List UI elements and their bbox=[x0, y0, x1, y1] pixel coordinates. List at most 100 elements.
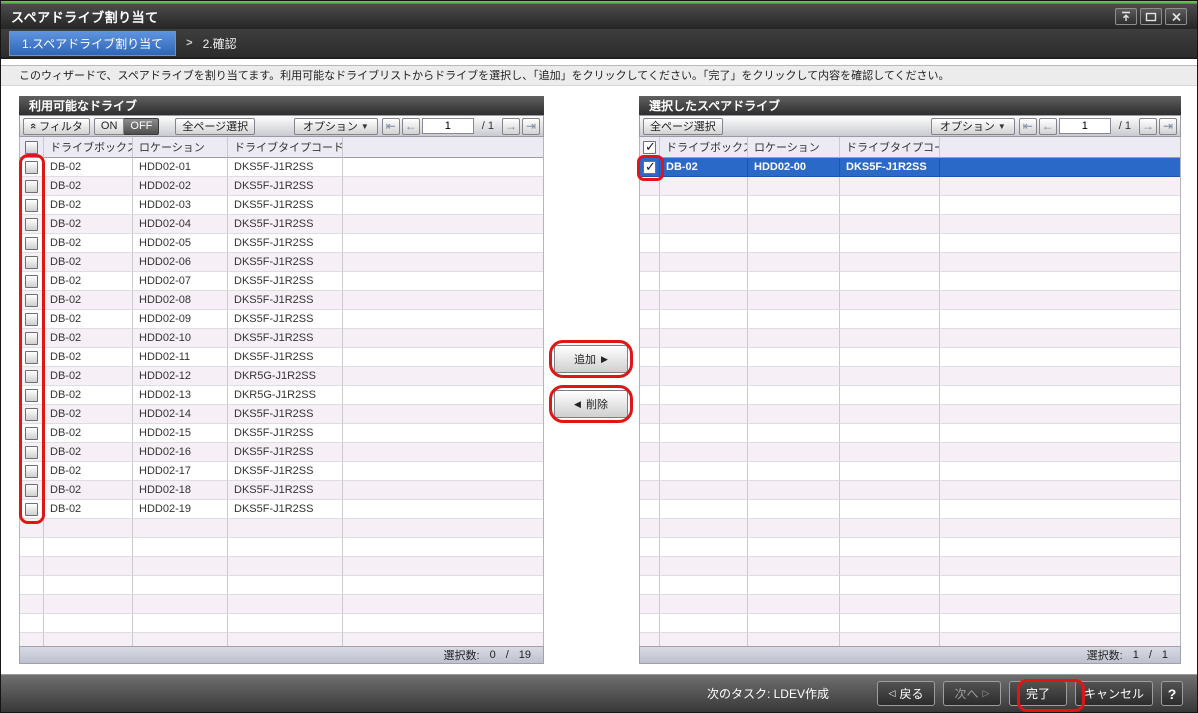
rollup-button[interactable] bbox=[1115, 8, 1137, 25]
row-checkbox[interactable] bbox=[25, 199, 38, 212]
filter-on-button[interactable]: ON bbox=[94, 118, 125, 135]
help-button[interactable]: ? bbox=[1161, 681, 1183, 706]
column-header[interactable]: ドライブタイプコード bbox=[840, 137, 940, 158]
empty-cell bbox=[660, 329, 748, 348]
cancel-button[interactable]: キャンセル bbox=[1075, 681, 1153, 706]
table-row[interactable]: DB-02HDD02-17DKS5F-J1R2SS bbox=[20, 462, 543, 481]
next-page-button[interactable]: → bbox=[1139, 118, 1157, 135]
row-checkbox[interactable] bbox=[25, 256, 38, 269]
row-checkbox[interactable] bbox=[25, 218, 38, 231]
empty-cell bbox=[748, 557, 840, 576]
empty-cell bbox=[660, 614, 748, 633]
table-row[interactable]: DB-02HDD02-01DKS5F-J1R2SS bbox=[20, 158, 543, 177]
row-checkbox[interactable] bbox=[25, 294, 38, 307]
location-cell: HDD02-11 bbox=[133, 348, 228, 367]
empty-cell bbox=[660, 253, 748, 272]
column-header[interactable]: ロケーション bbox=[133, 137, 228, 158]
finish-button[interactable]: 完了 bbox=[1009, 681, 1067, 706]
row-checkbox[interactable] bbox=[25, 180, 38, 193]
table-row[interactable]: DB-02HDD02-06DKS5F-J1R2SS bbox=[20, 253, 543, 272]
empty-cell bbox=[840, 196, 940, 215]
empty-cell bbox=[840, 310, 940, 329]
filter-button[interactable]: « フィルタ bbox=[23, 118, 90, 135]
row-checkbox[interactable] bbox=[25, 446, 38, 459]
row-checkbox[interactable] bbox=[25, 161, 38, 174]
select-all-checkbox[interactable] bbox=[25, 141, 38, 154]
location-cell: HDD02-02 bbox=[133, 177, 228, 196]
table-row[interactable]: DB-02HDD02-14DKS5F-J1R2SS bbox=[20, 405, 543, 424]
empty-cell bbox=[940, 614, 1180, 633]
first-page-button[interactable]: ⇤ bbox=[382, 118, 400, 135]
column-header[interactable]: ドライブボックス bbox=[660, 137, 748, 158]
row-checkbox[interactable] bbox=[25, 275, 38, 288]
row-checkbox[interactable] bbox=[25, 484, 38, 497]
table-row[interactable]: DB-02HDD02-00DKS5F-J1R2SS bbox=[640, 158, 1180, 177]
table-row[interactable]: DB-02HDD02-04DKS5F-J1R2SS bbox=[20, 215, 543, 234]
maximize-button[interactable] bbox=[1140, 8, 1162, 25]
select-all-pages-button[interactable]: 全ページ選択 bbox=[643, 118, 723, 135]
column-header[interactable]: ドライブボックス bbox=[44, 137, 133, 158]
row-checkbox-cell bbox=[20, 462, 44, 481]
column-header[interactable]: ロケーション bbox=[748, 137, 840, 158]
back-button[interactable]: ◁ 戻る bbox=[877, 681, 935, 706]
empty-cell bbox=[44, 557, 133, 576]
row-checkbox[interactable] bbox=[25, 427, 38, 440]
empty-cell bbox=[840, 481, 940, 500]
empty-cell bbox=[660, 215, 748, 234]
row-checkbox[interactable] bbox=[25, 408, 38, 421]
available-drives-toolbar: « フィルタ ON OFF 全ページ選択 オプション ▼ ⇤ ← / 1 → ⇥ bbox=[19, 115, 544, 137]
empty-cell bbox=[20, 595, 44, 614]
column-header[interactable]: ドライブタイプコード bbox=[228, 137, 343, 158]
table-row[interactable]: DB-02HDD02-16DKS5F-J1R2SS bbox=[20, 443, 543, 462]
row-checkbox[interactable] bbox=[25, 370, 38, 383]
add-button[interactable]: 追加 ▶ bbox=[554, 345, 628, 373]
empty-cell bbox=[840, 462, 940, 481]
close-button[interactable] bbox=[1165, 8, 1187, 25]
drive-box-cell: DB-02 bbox=[44, 424, 133, 443]
empty-cell bbox=[343, 595, 543, 614]
table-row[interactable]: DB-02HDD02-12DKR5G-J1R2SS bbox=[20, 367, 543, 386]
page-number-input[interactable] bbox=[422, 118, 474, 134]
row-checkbox[interactable] bbox=[25, 465, 38, 478]
row-checkbox[interactable] bbox=[25, 389, 38, 402]
last-page-button[interactable]: ⇥ bbox=[522, 118, 540, 135]
row-checkbox-cell bbox=[20, 272, 44, 291]
table-row[interactable]: DB-02HDD02-07DKS5F-J1R2SS bbox=[20, 272, 543, 291]
row-checkbox[interactable] bbox=[25, 332, 38, 345]
last-page-button[interactable]: ⇥ bbox=[1159, 118, 1177, 135]
prev-page-button[interactable]: ← bbox=[1039, 118, 1057, 135]
table-row[interactable]: DB-02HDD02-08DKS5F-J1R2SS bbox=[20, 291, 543, 310]
empty-cell bbox=[840, 348, 940, 367]
selected-spare-drives-panel: 選択したスペアドライブ 全ページ選択 オプション ▼ ⇤ ← / 1 → ⇥ ド… bbox=[639, 96, 1181, 664]
next-button[interactable]: 次へ ▷ bbox=[943, 681, 1001, 706]
table-row[interactable]: DB-02HDD02-05DKS5F-J1R2SS bbox=[20, 234, 543, 253]
location-cell: HDD02-09 bbox=[133, 310, 228, 329]
options-button[interactable]: オプション ▼ bbox=[294, 118, 378, 135]
row-checkbox[interactable] bbox=[25, 503, 38, 516]
select-all-checkbox[interactable] bbox=[643, 141, 656, 154]
select-all-pages-button[interactable]: 全ページ選択 bbox=[175, 118, 255, 135]
table-row[interactable]: DB-02HDD02-11DKS5F-J1R2SS bbox=[20, 348, 543, 367]
page-number-input[interactable] bbox=[1059, 118, 1111, 134]
empty-cell bbox=[660, 595, 748, 614]
table-row[interactable]: DB-02HDD02-19DKS5F-J1R2SS bbox=[20, 500, 543, 519]
remove-button[interactable]: ◀ 削除 bbox=[554, 390, 628, 418]
prev-page-button[interactable]: ← bbox=[402, 118, 420, 135]
row-checkbox[interactable] bbox=[25, 313, 38, 326]
table-row[interactable]: DB-02HDD02-13DKR5G-J1R2SS bbox=[20, 386, 543, 405]
table-row[interactable]: DB-02HDD02-02DKS5F-J1R2SS bbox=[20, 177, 543, 196]
row-checkbox[interactable] bbox=[25, 237, 38, 250]
table-row[interactable]: DB-02HDD02-15DKS5F-J1R2SS bbox=[20, 424, 543, 443]
first-page-button[interactable]: ⇤ bbox=[1019, 118, 1037, 135]
row-filler-cell bbox=[343, 158, 543, 177]
table-row[interactable]: DB-02HDD02-03DKS5F-J1R2SS bbox=[20, 196, 543, 215]
row-checkbox[interactable] bbox=[25, 351, 38, 364]
filter-off-button[interactable]: OFF bbox=[124, 118, 159, 135]
row-checkbox[interactable] bbox=[643, 161, 656, 174]
table-row[interactable]: DB-02HDD02-10DKS5F-J1R2SS bbox=[20, 329, 543, 348]
options-button[interactable]: オプション ▼ bbox=[931, 118, 1015, 135]
next-page-button[interactable]: → bbox=[502, 118, 520, 135]
table-row[interactable]: DB-02HDD02-18DKS5F-J1R2SS bbox=[20, 481, 543, 500]
table-row[interactable]: DB-02HDD02-09DKS5F-J1R2SS bbox=[20, 310, 543, 329]
empty-cell bbox=[660, 348, 748, 367]
